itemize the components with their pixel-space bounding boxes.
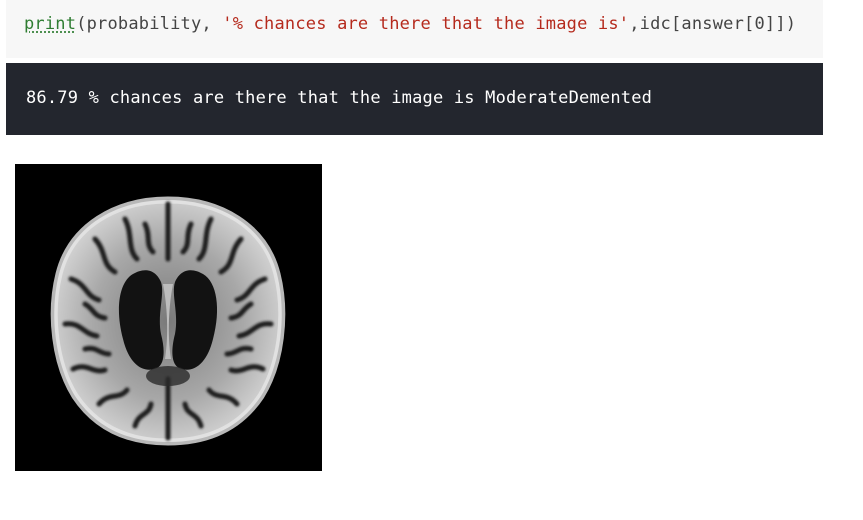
brain-mri-image bbox=[15, 164, 322, 471]
code-args-close: ,idc[answer[0]]) bbox=[629, 14, 797, 34]
brain-mri-scan-icon bbox=[15, 164, 322, 471]
output-text: 86.79 % chances are there that the image… bbox=[26, 88, 653, 108]
notebook-page: print(probability, '% chances are there … bbox=[0, 0, 863, 520]
code-cell[interactable]: print(probability, '% chances are there … bbox=[6, 0, 823, 58]
code-builtin-print: print bbox=[24, 14, 77, 34]
code-args-open: (probability, bbox=[76, 14, 223, 34]
code-string-literal: '% chances are there that the image is' bbox=[222, 14, 630, 34]
output-cell: 86.79 % chances are there that the image… bbox=[6, 63, 823, 135]
